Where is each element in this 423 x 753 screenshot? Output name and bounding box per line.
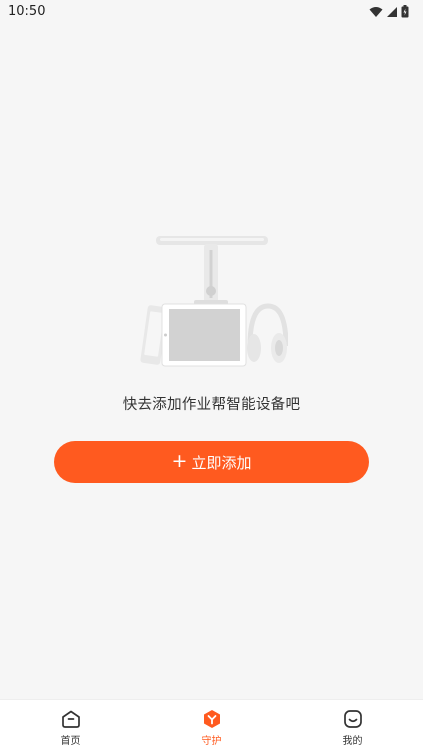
home-icon bbox=[61, 710, 80, 728]
add-device-button[interactable]: + 立即添加 bbox=[54, 441, 369, 483]
status-bar: 10:50 bbox=[0, 0, 423, 24]
signal-icon bbox=[387, 6, 397, 17]
profile-icon bbox=[343, 710, 362, 728]
bottom-nav: 首页 守护 我的 bbox=[0, 699, 423, 753]
devices-illustration bbox=[138, 228, 289, 373]
status-icons bbox=[369, 5, 409, 18]
status-time: 10:50 bbox=[8, 4, 46, 19]
nav-label-profile: 我的 bbox=[342, 736, 363, 747]
nav-item-home[interactable]: 首页 bbox=[0, 700, 141, 753]
nav-item-guard[interactable]: 守护 bbox=[141, 700, 282, 753]
guard-icon bbox=[203, 710, 220, 728]
plus-icon: + bbox=[171, 449, 188, 472]
nav-label-guard: 守护 bbox=[201, 736, 222, 747]
battery-icon bbox=[401, 5, 409, 18]
wifi-icon bbox=[369, 6, 383, 17]
nav-label-home: 首页 bbox=[60, 736, 81, 747]
add-device-label: 立即添加 bbox=[191, 453, 252, 472]
nav-item-profile[interactable]: 我的 bbox=[282, 700, 423, 753]
empty-state-message: 快去添加作业帮智能设备吧 bbox=[122, 397, 301, 413]
